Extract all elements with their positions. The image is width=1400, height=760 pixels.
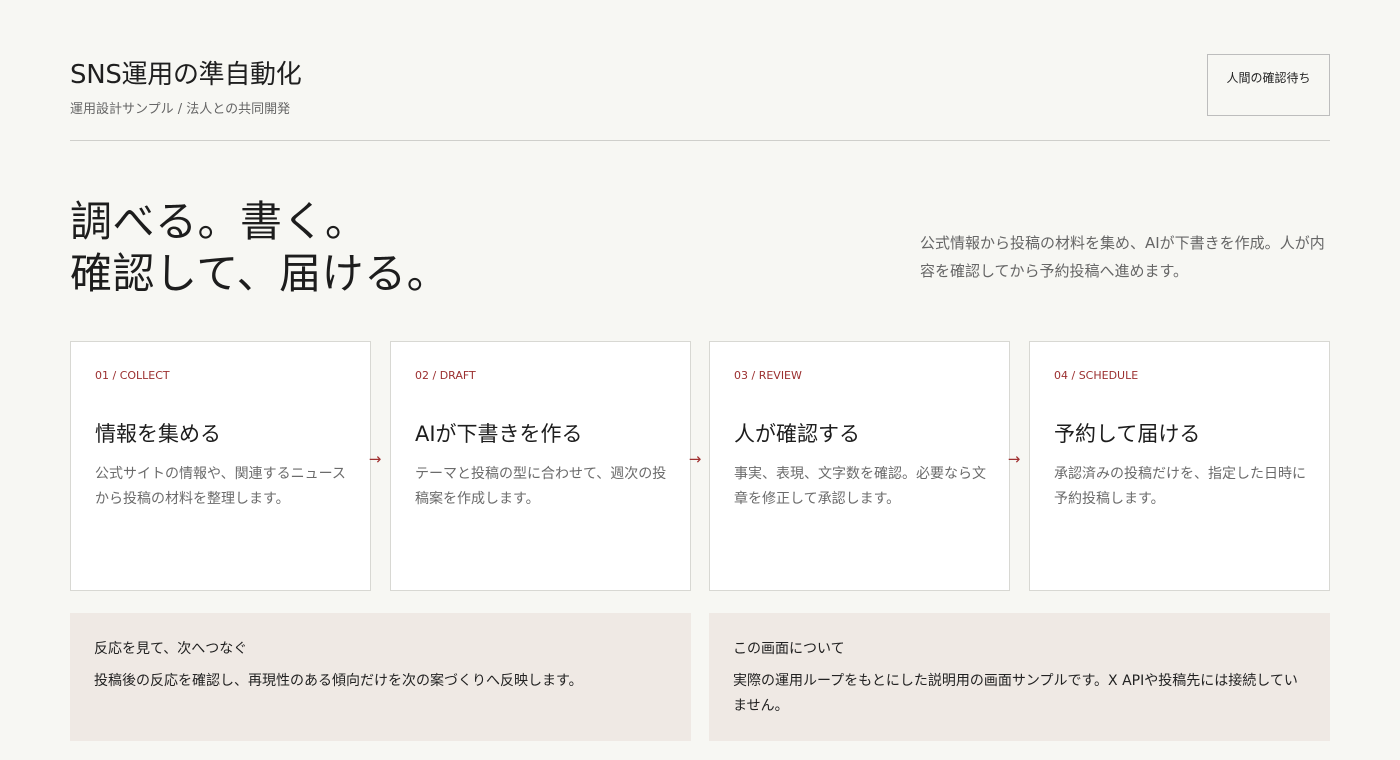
- step-card-schedule: 04 / SCHEDULE 予約して届ける 承認済みの投稿だけを、指定した日時に…: [1029, 341, 1330, 591]
- step-description: テーマと投稿の型に合わせて、週次の投稿案を作成します。: [415, 466, 667, 507]
- note-card-feedback: 反応を見て、次へつなぐ 投稿後の反応を確認し、再現性のある傾向だけを次の案づくり…: [70, 613, 691, 741]
- hero-title: 調べる。書く。 確認して、届ける。: [70, 196, 670, 300]
- arrow-right-icon: →: [1007, 450, 1021, 468]
- step-code: 01 / COLLECT: [95, 369, 170, 382]
- page-subtitle: 運用設計サンプル / 法人との共同開発: [70, 102, 291, 117]
- step-title: 予約して届ける: [1054, 422, 1201, 446]
- step-description: 公式サイトの情報や、関連するニュースから投稿の材料を整理します。: [95, 466, 346, 507]
- step-card-draft: 02 / DRAFT AIが下書きを作る テーマと投稿の型に合わせて、週次の投稿…: [390, 341, 691, 591]
- status-badge: 人間の確認待ち: [1207, 54, 1330, 116]
- note-title: 反応を見て、次へつなぐ: [94, 641, 248, 657]
- note-text: 投稿後の反応を確認し、再現性のある傾向だけを次の案づくりへ反映します。: [94, 673, 583, 689]
- step-description: 事実、表現、文字数を確認。必要なら文章を修正して承認します。: [734, 466, 986, 507]
- step-description: 承認済みの投稿だけを、指定した日時に予約投稿します。: [1054, 466, 1306, 507]
- page-title: SNS運用の準自動化: [70, 60, 302, 90]
- arrow-right-icon: →: [368, 450, 382, 468]
- step-card-review: 03 / REVIEW 人が確認する 事実、表現、文字数を確認。必要なら文章を修…: [709, 341, 1010, 591]
- step-code: 04 / SCHEDULE: [1054, 369, 1139, 382]
- hero-description: 公式情報から投稿の材料を集め、AIが下書きを作成。人が内容を確認してから予約投稿…: [920, 234, 1325, 280]
- site-header: SNS運用の準自動化 運用設計サンプル / 法人との共同開発 人間の確認待ち: [70, 54, 1330, 140]
- note-card-about: この画面について 実際の運用ループをもとにした説明用の画面サンプルです。X AP…: [709, 613, 1330, 741]
- workflow-steps: 01 / COLLECT 情報を集める 公式サイトの情報や、関連するニュースから…: [70, 341, 1330, 591]
- step-code: 02 / DRAFT: [415, 369, 476, 382]
- header-divider: [70, 140, 1330, 141]
- step-title: 情報を集める: [95, 422, 221, 446]
- step-title: 人が確認する: [734, 422, 860, 446]
- hero-title-line-1: 調べる。書く。: [70, 197, 368, 246]
- hero-title-line-2: 確認して、届ける。: [70, 249, 450, 298]
- note-text: 実際の運用ループをもとにした説明用の画面サンプルです。X APIや投稿先には接続…: [733, 673, 1298, 714]
- status-label: 人間の確認待ち: [1226, 71, 1311, 85]
- step-title: AIが下書きを作る: [415, 422, 583, 446]
- step-code: 03 / REVIEW: [734, 369, 802, 382]
- note-title: この画面について: [733, 641, 845, 657]
- arrow-right-icon: →: [688, 450, 702, 468]
- step-card-collect: 01 / COLLECT 情報を集める 公式サイトの情報や、関連するニュースから…: [70, 341, 371, 591]
